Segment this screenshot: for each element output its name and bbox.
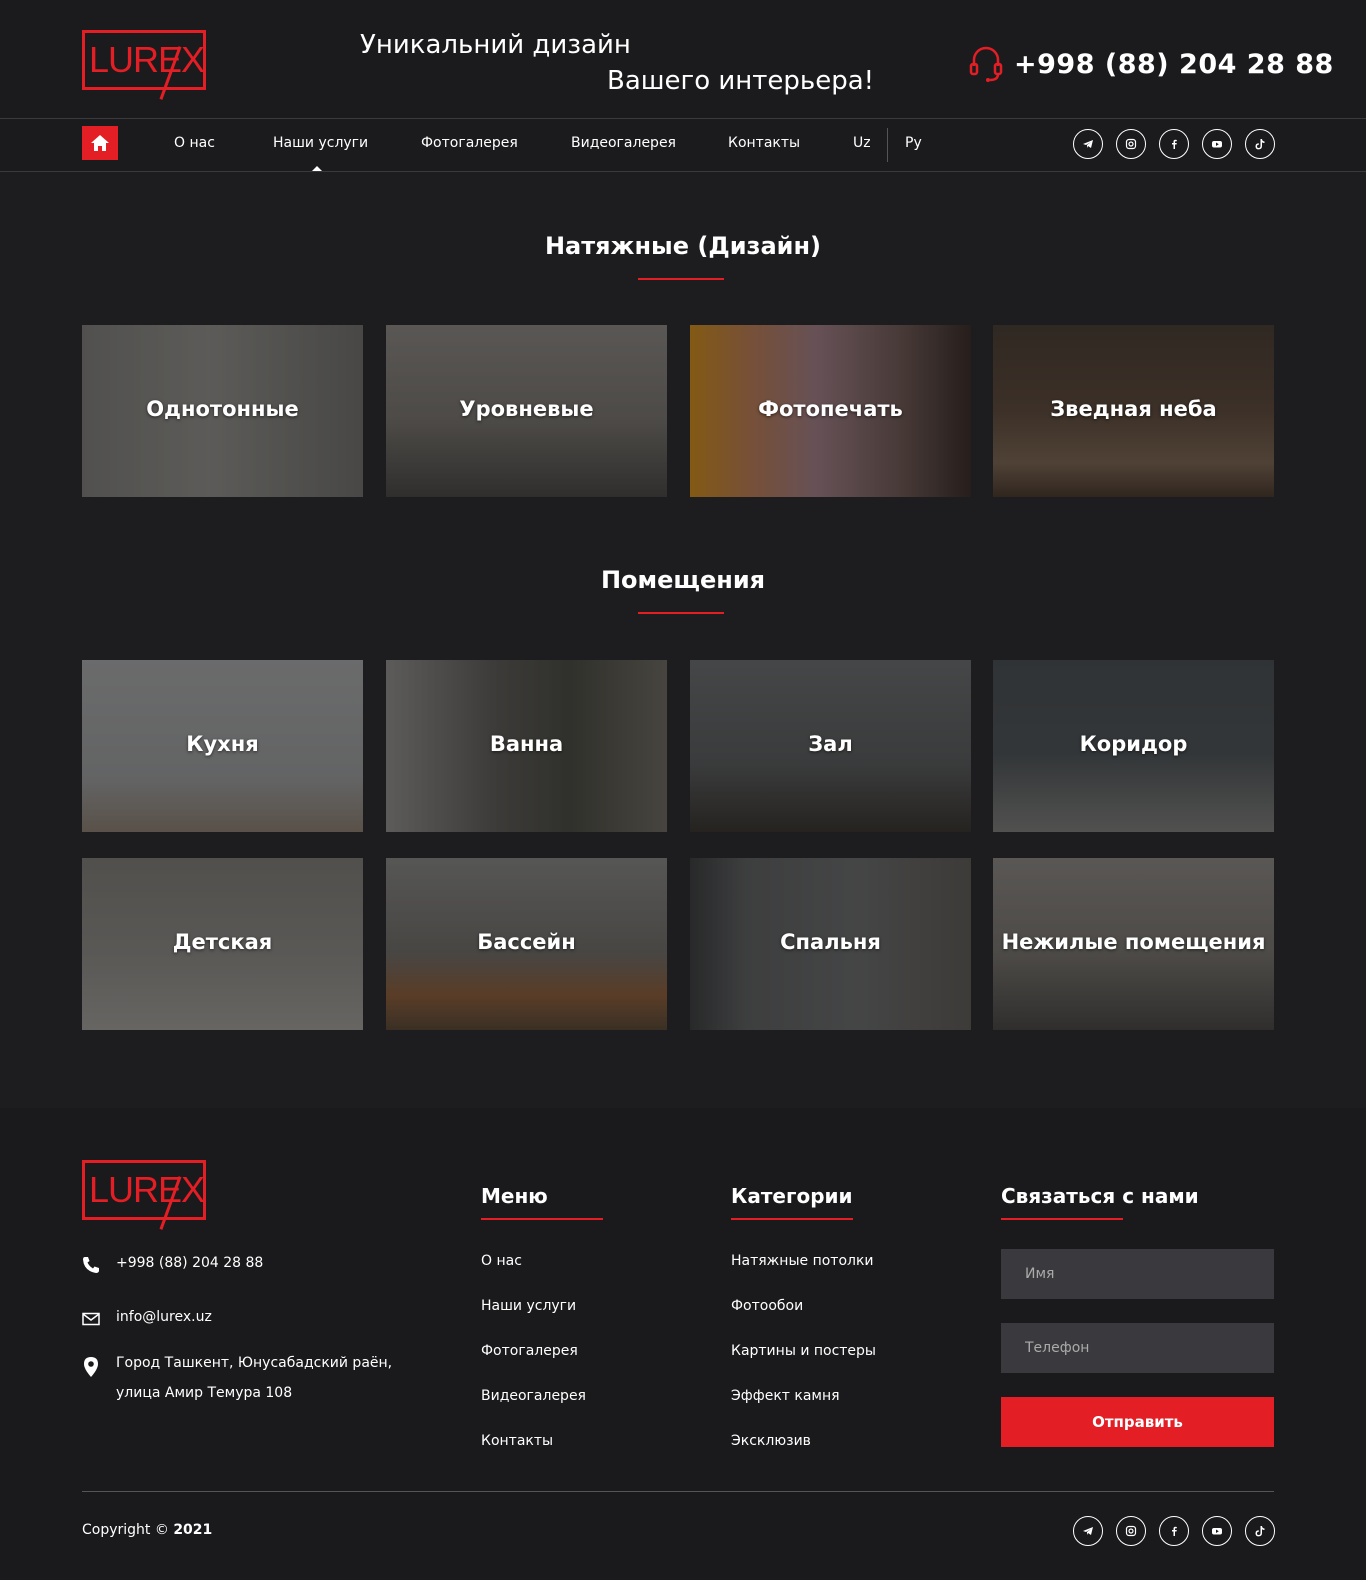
section-title-rooms: Помещения — [600, 566, 766, 594]
location-pin-icon — [84, 1357, 98, 1377]
logo-text: LUREX — [89, 39, 205, 80]
footer-phone-text: +998 (88) 204 28 88 — [116, 1255, 264, 1271]
tiktok-icon[interactable] — [1245, 129, 1275, 159]
footer-logo[interactable]: LUREX — [82, 1160, 206, 1230]
footer-contact-title: Связаться с нами — [1001, 1184, 1199, 1208]
lang-uz[interactable]: Uz — [853, 135, 871, 151]
card-label: Зведная неба — [1050, 397, 1217, 421]
headset-icon — [969, 46, 1003, 82]
card-bedroom[interactable]: Спальня — [690, 858, 971, 1030]
address-line1: Город Ташкент, Юнусабадский раён, — [116, 1355, 393, 1371]
telegram-icon[interactable] — [1073, 129, 1103, 159]
lang-ru[interactable]: Ру — [905, 135, 922, 151]
footer-category-exclusive[interactable]: Эксклюзив — [731, 1433, 811, 1449]
card-single-color[interactable]: Однотонные — [82, 325, 363, 497]
telegram-icon[interactable] — [1073, 1516, 1103, 1546]
card-label: Уровневые — [459, 397, 594, 421]
card-bath[interactable]: Ванна — [386, 660, 667, 832]
site-header: LUREX Уникальний дизайн Вашего интерьера… — [0, 0, 1366, 119]
footer-category-stone[interactable]: Эффект камня — [731, 1388, 840, 1404]
nav-item-photogallery[interactable]: Фотогалерея — [421, 135, 518, 151]
active-indicator — [312, 166, 322, 171]
footer-address-text: Город Ташкент, Юнусабадский раён, улица … — [116, 1348, 392, 1408]
youtube-icon[interactable] — [1202, 129, 1232, 159]
instagram-icon[interactable] — [1116, 129, 1146, 159]
logo-text: LUREX — [89, 1169, 205, 1210]
footer-address: Город Ташкент, Юнусабадский раён, улица … — [82, 1354, 392, 1408]
card-photoprint[interactable]: Фотопечать — [690, 325, 971, 497]
footer-contact-underline — [1001, 1218, 1123, 1220]
card-label: Спальня — [780, 930, 881, 954]
copyright: Copyright © 2021 — [82, 1522, 212, 1538]
card-label: Бассейн — [477, 930, 576, 954]
card-label: Ванна — [489, 732, 564, 756]
card-kids-room[interactable]: Детская — [82, 858, 363, 1030]
logo[interactable]: LUREX — [82, 30, 206, 100]
footer-category-wallpapers[interactable]: Фотообои — [731, 1298, 803, 1314]
footer-email[interactable]: info@lurex.uz — [82, 1308, 212, 1332]
footer-categories-underline — [731, 1218, 853, 1220]
card-label: Коридор — [1079, 732, 1188, 756]
card-corridor[interactable]: Коридор — [993, 660, 1274, 832]
copyright-year: 2021 — [173, 1522, 213, 1538]
card-label: Нежилые помещения — [1001, 930, 1266, 954]
slogan-line2: Вашего интерьера! — [607, 66, 875, 96]
name-input[interactable] — [1001, 1249, 1274, 1299]
footer-menu-contacts[interactable]: Контакты — [481, 1433, 553, 1449]
card-hall[interactable]: Зал — [690, 660, 971, 832]
card-label: Кухня — [186, 732, 259, 756]
nav-item-services[interactable]: Наши услуги — [273, 135, 368, 151]
footer-category-ceilings[interactable]: Натяжные потолки — [731, 1253, 874, 1269]
footer-category-paintings[interactable]: Картины и постеры — [731, 1343, 876, 1359]
site-footer: LUREX +998 (88) 204 28 88 info@lurex.uz … — [0, 1108, 1366, 1580]
card-levels[interactable]: Уровневые — [386, 325, 667, 497]
footer-menu-about[interactable]: О нас — [481, 1253, 522, 1269]
footer-email-text: info@lurex.uz — [116, 1309, 212, 1325]
main-content: Натяжные (Дизайн) Однотонные Уровневые Ф… — [0, 172, 1366, 1108]
tiktok-icon[interactable] — [1245, 1516, 1275, 1546]
nav-item-about[interactable]: О нас — [174, 135, 215, 151]
youtube-icon[interactable] — [1202, 1516, 1232, 1546]
home-button[interactable] — [82, 126, 118, 160]
card-kitchen[interactable]: Кухня — [82, 660, 363, 832]
card-pool[interactable]: Бассейн — [386, 858, 667, 1030]
footer-menu-photogallery[interactable]: Фотогалерея — [481, 1343, 578, 1359]
card-label: Зал — [808, 732, 853, 756]
main-nav: О нас Наши услуги Фотогалерея Видеогалер… — [0, 119, 1366, 172]
facebook-icon[interactable] — [1159, 129, 1189, 159]
section-underline — [638, 612, 724, 614]
footer-menu-underline — [481, 1218, 603, 1220]
footer-phone[interactable]: +998 (88) 204 28 88 — [82, 1254, 263, 1278]
footer-menu-services[interactable]: Наши услуги — [481, 1298, 576, 1314]
copyright-prefix: Copyright © — [82, 1522, 169, 1538]
lang-divider — [887, 128, 888, 162]
card-label: Однотонные — [146, 397, 299, 421]
nav-item-videogallery[interactable]: Видеогалерея — [571, 135, 676, 151]
facebook-icon[interactable] — [1159, 1516, 1189, 1546]
phone-input[interactable] — [1001, 1323, 1274, 1373]
nav-item-contacts[interactable]: Контакты — [728, 135, 800, 151]
footer-menu-videogallery[interactable]: Видеогалерея — [481, 1388, 586, 1404]
header-phone[interactable]: +998 (88) 204 28 88 — [968, 44, 1334, 84]
card-label: Фотопечать — [758, 397, 903, 421]
section-underline — [638, 278, 724, 280]
mail-icon — [82, 1312, 100, 1326]
instagram-icon[interactable] — [1116, 1516, 1146, 1546]
footer-divider — [82, 1491, 1274, 1492]
section-title-ceilings: Натяжные (Дизайн) — [544, 232, 822, 260]
footer-categories-title: Категории — [731, 1184, 853, 1208]
address-line2: улица Амир Темура 108 — [116, 1385, 293, 1401]
phone-icon — [83, 1257, 99, 1273]
submit-button[interactable]: Отправить — [1001, 1397, 1274, 1447]
card-label: Детская — [172, 930, 273, 954]
home-icon — [91, 135, 109, 151]
card-starry-sky[interactable]: Зведная неба — [993, 325, 1274, 497]
footer-menu-title: Меню — [481, 1184, 548, 1208]
phone-number: +998 (88) 204 28 88 — [1014, 48, 1334, 80]
card-non-residential[interactable]: Нежилые помещения — [993, 858, 1274, 1030]
slogan-line1: Уникальний дизайн — [360, 30, 631, 60]
